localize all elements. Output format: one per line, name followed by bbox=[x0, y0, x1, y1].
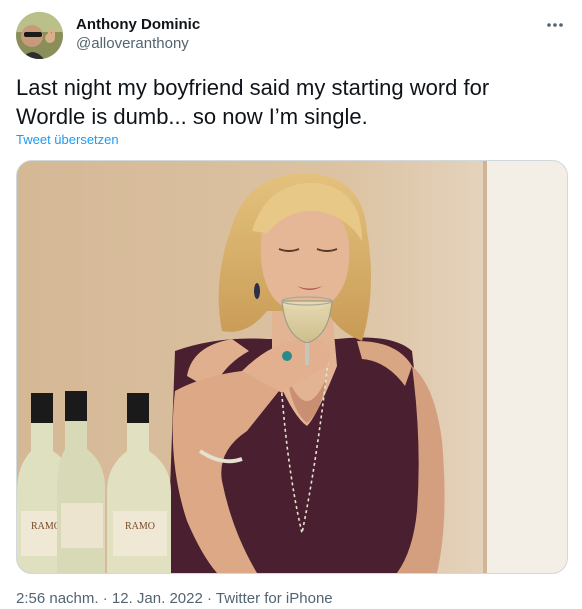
avatar-image bbox=[16, 12, 63, 59]
author-display-name[interactable]: Anthony Dominic bbox=[76, 16, 200, 34]
more-options-button[interactable] bbox=[540, 12, 570, 38]
avatar[interactable] bbox=[16, 12, 63, 59]
tweet-source[interactable]: Twitter for iPhone bbox=[216, 590, 333, 607]
meta-separator: · bbox=[102, 590, 108, 607]
author-handle[interactable]: @alloveranthony bbox=[76, 34, 200, 54]
tweet-time[interactable]: 2:56 nachm. bbox=[16, 590, 99, 607]
tweet-meta: 2:56 nachm. · 12. Jan. 2022 · Twitter fo… bbox=[16, 590, 333, 608]
more-horizontal-icon bbox=[547, 23, 563, 27]
tweet-media-image[interactable]: RAMO RAMO bbox=[16, 160, 568, 574]
meta-separator: · bbox=[207, 590, 212, 607]
translate-tweet-link[interactable]: Tweet übersetzen bbox=[16, 132, 119, 148]
tweet-card: Anthony Dominic @alloveranthony Last nig… bbox=[0, 0, 582, 609]
author-info: Anthony Dominic @alloveranthony bbox=[76, 16, 200, 54]
tweet-header: Anthony Dominic @alloveranthony bbox=[16, 12, 570, 60]
tweet-date[interactable]: 12. Jan. 2022 bbox=[112, 590, 203, 607]
bottle-label-1: RAMO bbox=[31, 521, 61, 532]
bottle-label-3: RAMO bbox=[125, 521, 155, 532]
media-photo: RAMO RAMO bbox=[17, 161, 567, 573]
tweet-text: Last night my boyfriend said my starting… bbox=[16, 75, 490, 129]
